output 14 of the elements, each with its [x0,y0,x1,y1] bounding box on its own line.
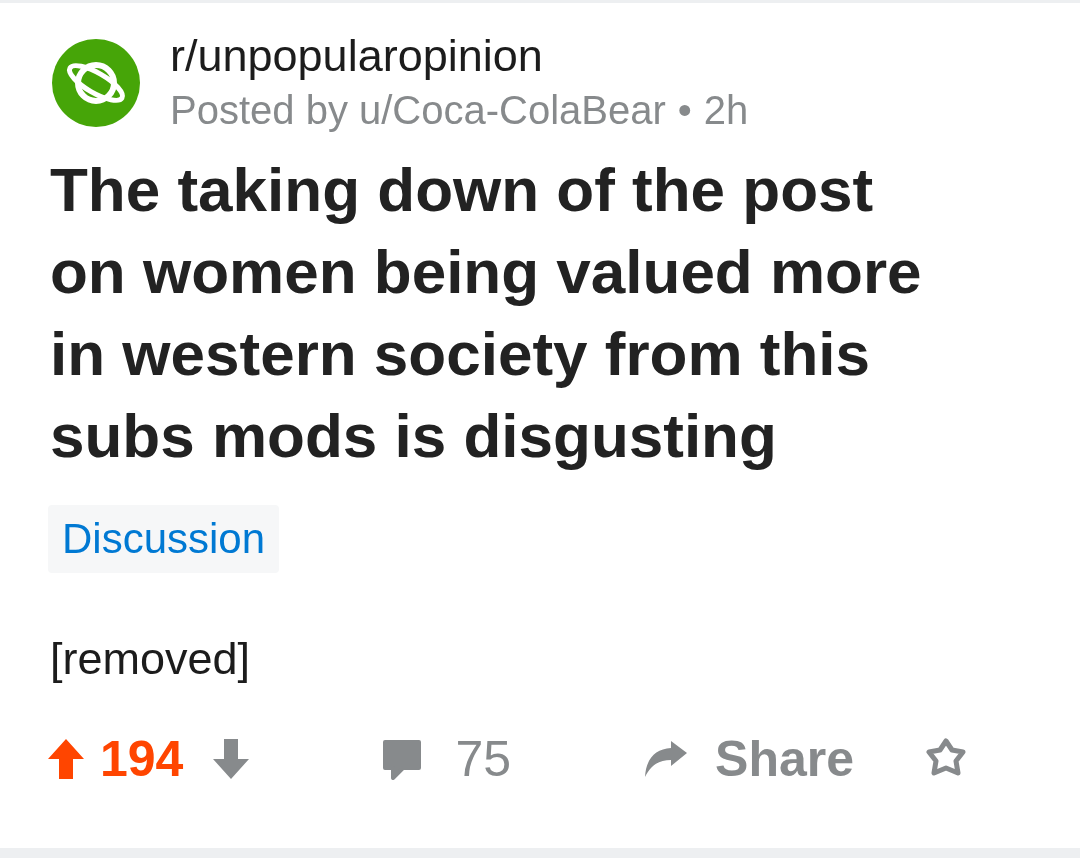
separator-dot: • [677,87,692,134]
subreddit-avatar-icon[interactable] [52,39,140,127]
downvote-icon[interactable] [211,737,252,781]
flair-tag[interactable]: Discussion [48,505,280,573]
comment-count: 75 [455,730,512,788]
share-button[interactable]: Share [643,730,855,788]
upvote-icon[interactable] [46,737,86,781]
post-body: [removed] [50,633,252,685]
comment-icon[interactable] [381,738,424,780]
post-age: 2h [703,87,749,134]
author-line[interactable]: Posted by u/Coca-ColaBear [170,83,666,137]
vote-score: 194 [100,730,184,788]
subreddit-name[interactable]: r/unpopularopinion [170,29,749,83]
post-title[interactable]: The taking down of the post on women being valued more in western society from this subs mods is disgusting [50,149,955,477]
